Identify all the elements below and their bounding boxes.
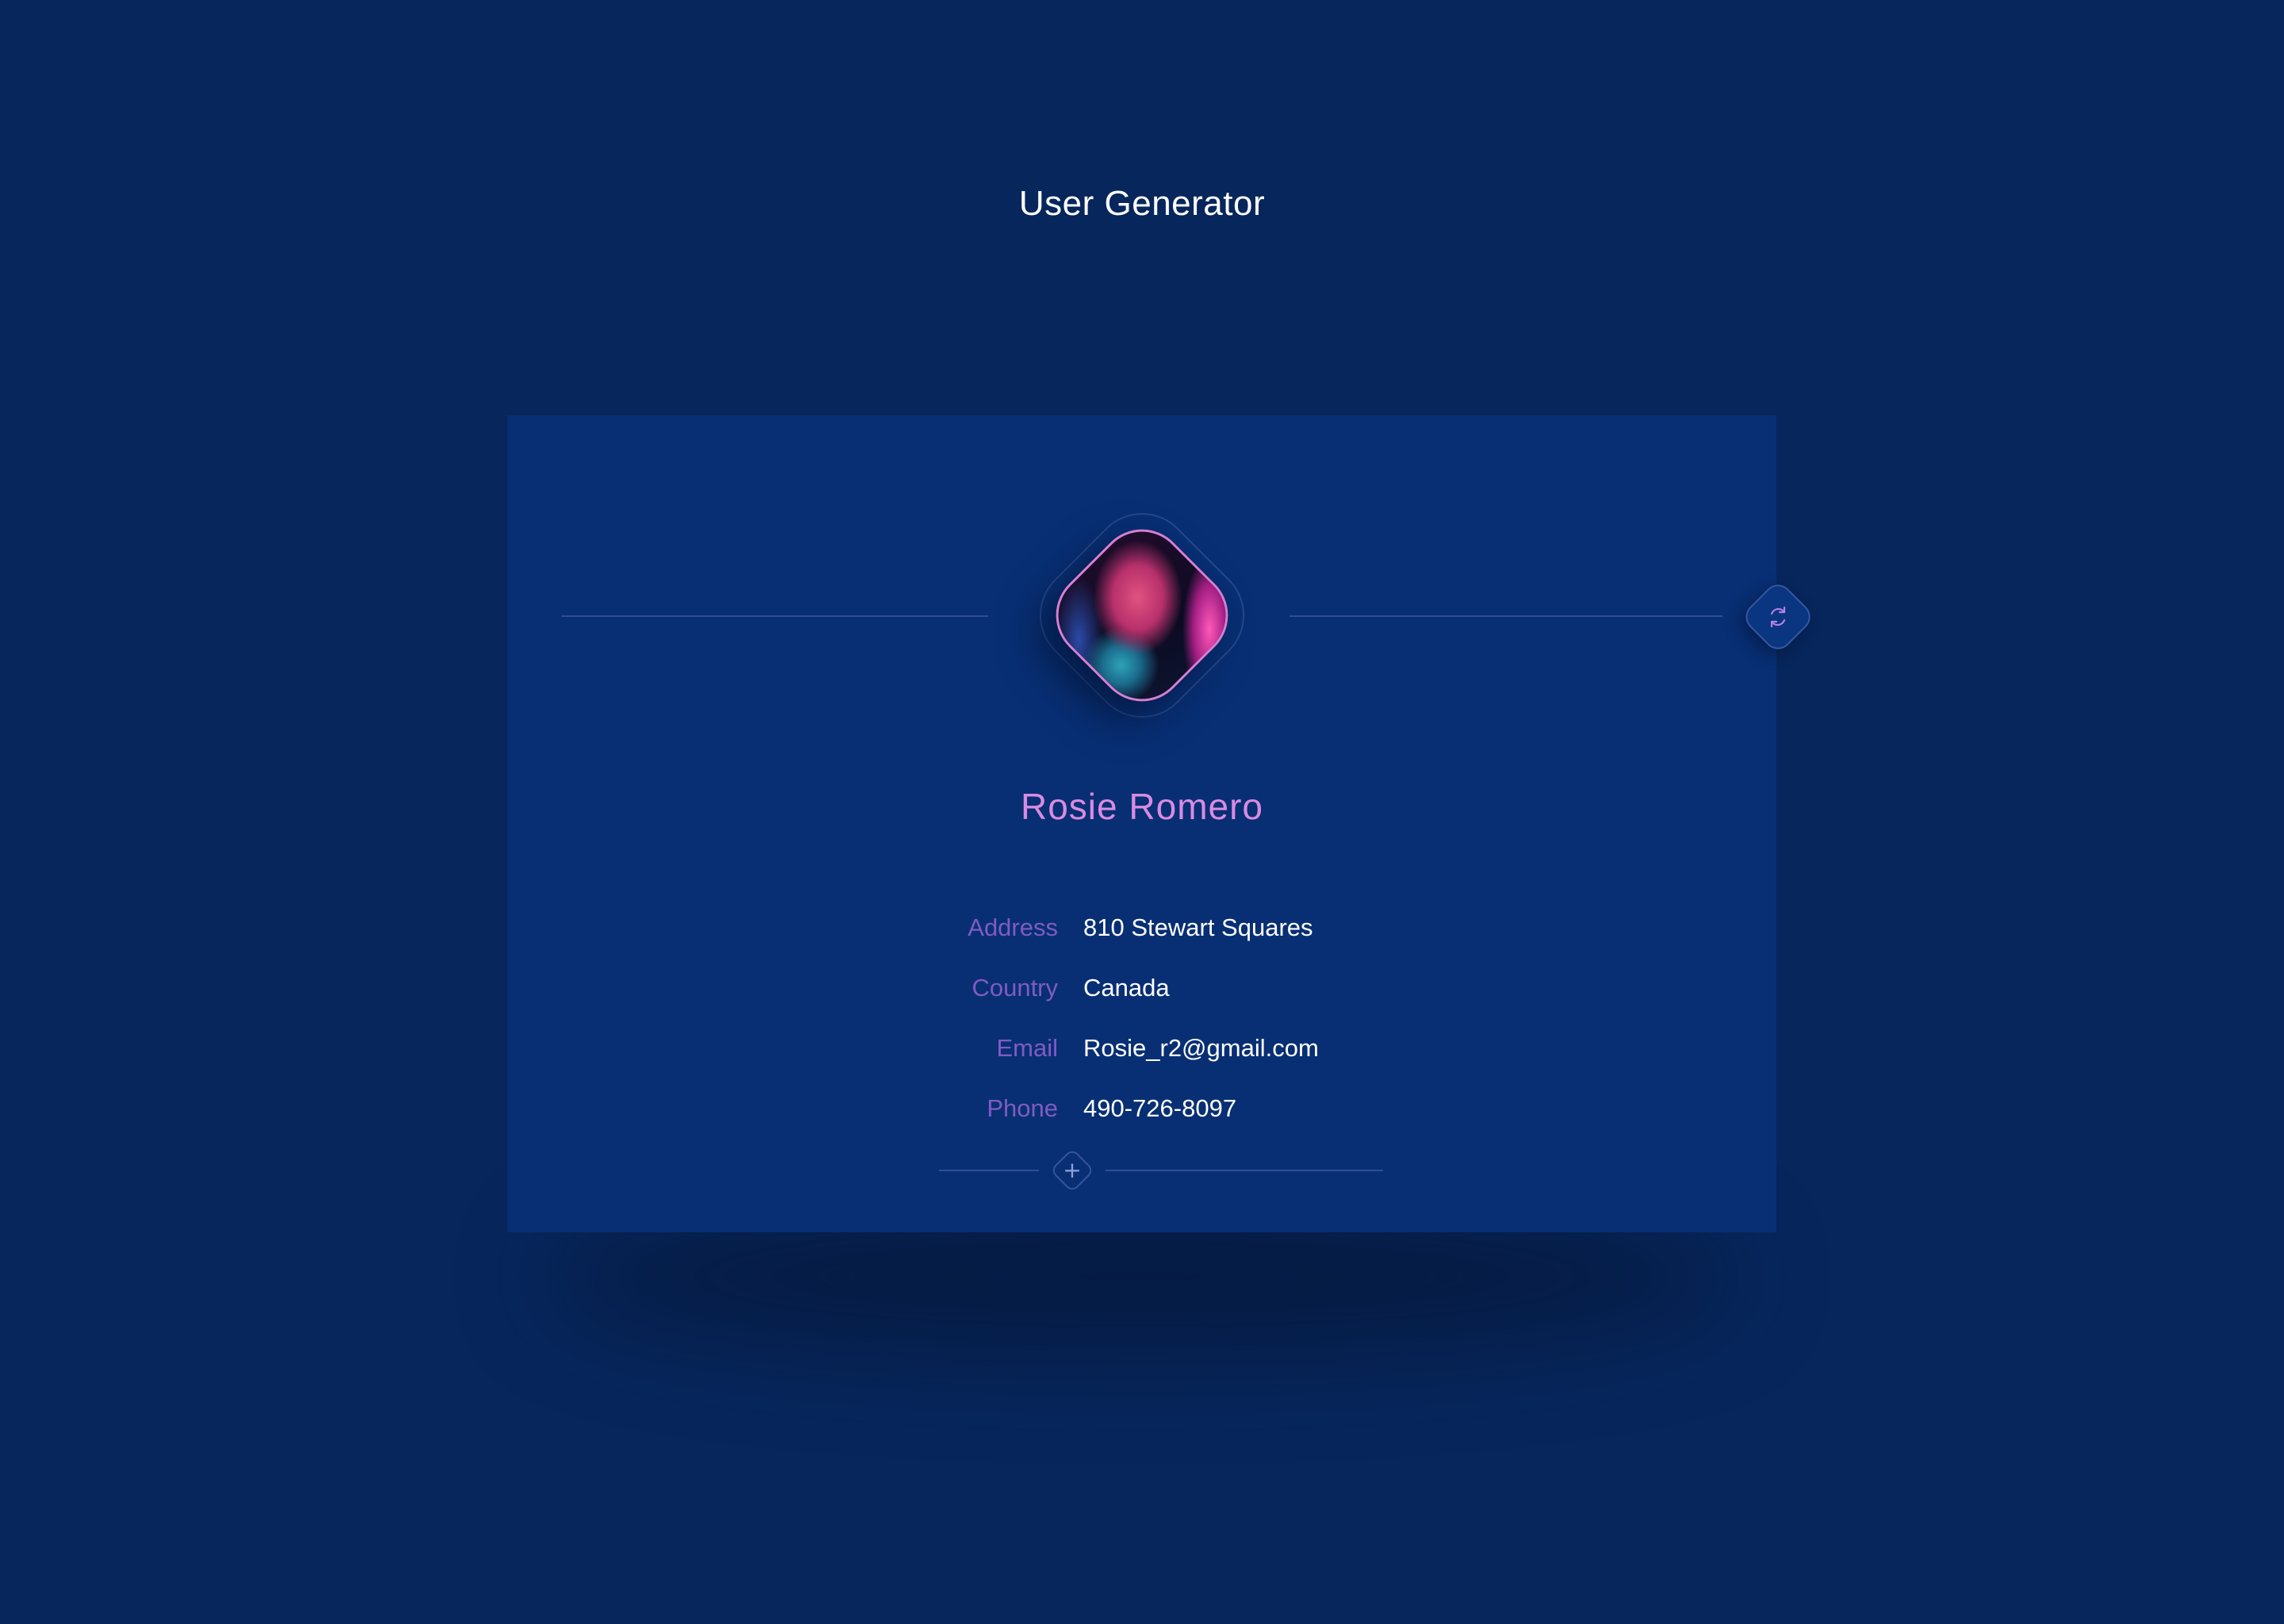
- user-name: Rosie Romero: [1021, 786, 1263, 827]
- detail-value: Rosie_r2@gmail.com: [1083, 1034, 1319, 1062]
- detail-value: 490-726-8097: [1083, 1094, 1237, 1122]
- header-divider-right: [1290, 615, 1723, 617]
- detail-value: Canada: [1083, 974, 1170, 1002]
- detail-value: 810 Stewart Squares: [1083, 914, 1313, 941]
- add-button[interactable]: +: [1048, 1147, 1096, 1194]
- avatar-photo: [1037, 511, 1247, 720]
- detail-label: Country: [971, 974, 1058, 1002]
- footer-divider-right: [1106, 1170, 1383, 1171]
- refresh-icon: [1770, 606, 1786, 628]
- avatar: [1018, 492, 1266, 739]
- detail-label: Email: [996, 1034, 1058, 1062]
- header-divider-left: [561, 615, 988, 617]
- detail-label: Address: [968, 914, 1058, 941]
- refresh-button[interactable]: [1739, 578, 1817, 656]
- plus-icon: +: [1063, 1157, 1082, 1183]
- detail-row-email: Email Rosie_r2@gmail.com: [0, 1034, 2284, 1074]
- page-title: User Generator: [1018, 184, 1266, 223]
- detail-row-country: Country Canada: [0, 974, 2284, 1013]
- detail-row-address: Address 810 Stewart Squares: [0, 914, 2284, 953]
- footer-divider-left: [939, 1170, 1039, 1171]
- detail-row-phone: Phone 490-726-8097: [0, 1094, 2284, 1134]
- detail-label: Phone: [987, 1094, 1058, 1122]
